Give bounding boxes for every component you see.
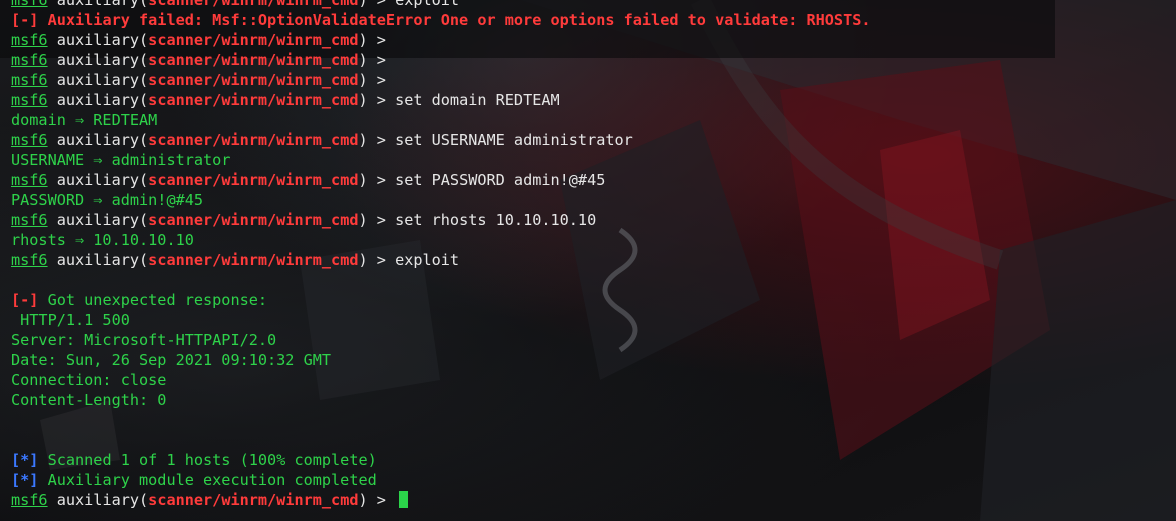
prompt-aux-open: auxiliary( [47, 91, 149, 109]
prompt-module: scanner/winrm/winrm_cmd [148, 211, 359, 229]
command-text: exploit [395, 0, 460, 9]
terminal-line: msf6 auxiliary(scanner/winrm/winrm_cmd) … [11, 170, 1176, 190]
terminal-line: msf6 auxiliary(scanner/winrm/winrm_cmd) … [11, 30, 1176, 50]
terminal-line: msf6 auxiliary(scanner/winrm/winrm_cmd) … [11, 130, 1176, 150]
output-text: rhosts ⇒ 10.10.10.10 [11, 231, 194, 249]
status-tag-info: [*] [11, 471, 39, 489]
terminal-line: [-] Got unexpected response: [11, 290, 1176, 310]
prompt-msf: msf6 [11, 91, 48, 109]
terminal-line: [*] Auxiliary module execution completed [11, 470, 1176, 490]
terminal-line: msf6 auxiliary(scanner/winrm/winrm_cmd) … [11, 210, 1176, 230]
terminal-line: msf6 auxiliary(scanner/winrm/winrm_cmd) … [11, 90, 1176, 110]
prompt-aux-close: ) > [358, 91, 396, 109]
prompt-aux-open: auxiliary( [47, 71, 149, 89]
command-text: set USERNAME administrator [395, 131, 633, 149]
prompt-module: scanner/winrm/winrm_cmd [148, 131, 359, 149]
terminal-output[interactable]: msf6 auxiliary(scanner/winrm/winrm_cmd) … [11, 0, 1176, 510]
prompt-aux-close: ) > [358, 131, 396, 149]
prompt-msf: msf6 [11, 131, 48, 149]
prompt-msf: msf6 [11, 51, 48, 69]
prompt-aux-close: ) > [358, 51, 396, 69]
prompt-aux-open: auxiliary( [47, 211, 149, 229]
terminal-line: rhosts ⇒ 10.10.10.10 [11, 230, 1176, 250]
command-text: set domain REDTEAM [395, 91, 560, 109]
terminal-line: USERNAME ⇒ administrator [11, 150, 1176, 170]
terminal-line: msf6 auxiliary(scanner/winrm/winrm_cmd) … [11, 50, 1176, 70]
prompt-aux-close: ) > [358, 171, 396, 189]
prompt-aux-open: auxiliary( [47, 171, 149, 189]
info-text: Auxiliary module execution completed [38, 471, 377, 489]
terminal-line: PASSWORD ⇒ admin!@#45 [11, 190, 1176, 210]
prompt-module: scanner/winrm/winrm_cmd [148, 171, 359, 189]
prompt-aux-close: ) > [358, 71, 396, 89]
terminal-window[interactable]: msf6 auxiliary(scanner/winrm/winrm_cmd) … [0, 0, 1176, 521]
cursor [399, 491, 409, 508]
terminal-line: Server: Microsoft-HTTPAPI/2.0 [11, 330, 1176, 350]
prompt-msf: msf6 [11, 0, 48, 9]
prompt-aux-open: auxiliary( [47, 131, 149, 149]
prompt-aux-open: auxiliary( [47, 0, 149, 9]
response-text: Got unexpected response: [38, 291, 268, 309]
prompt-aux-close: ) > [358, 0, 396, 9]
prompt-aux-open: auxiliary( [47, 251, 149, 269]
command-text: set PASSWORD admin!@#45 [395, 171, 606, 189]
response-text: Date: Sun, 26 Sep 2021 09:10:32 GMT [11, 351, 332, 369]
response-text: HTTP/1.1 500 [11, 311, 130, 329]
command-text: exploit [395, 251, 460, 269]
status-tag-error: [-] [11, 291, 39, 309]
prompt-module: scanner/winrm/winrm_cmd [148, 71, 359, 89]
prompt-msf: msf6 [11, 491, 48, 509]
response-text: Content-Length: 0 [11, 391, 167, 409]
prompt-aux-close: ) > [358, 31, 396, 49]
response-text: Connection: close [11, 371, 167, 389]
prompt-module: scanner/winrm/winrm_cmd [148, 51, 359, 69]
prompt-aux-open: auxiliary( [47, 51, 149, 69]
prompt-msf: msf6 [11, 251, 48, 269]
prompt-aux-close: ) > [358, 211, 396, 229]
prompt-module: scanner/winrm/winrm_cmd [148, 491, 359, 509]
status-tag-error: [-] [11, 11, 39, 29]
terminal-line: Content-Length: 0 [11, 390, 1176, 410]
output-text: PASSWORD ⇒ admin!@#45 [11, 191, 204, 209]
terminal-line: msf6 auxiliary(scanner/winrm/winrm_cmd) … [11, 0, 1176, 10]
error-text: Auxiliary failed: Msf::OptionValidateErr… [38, 11, 871, 29]
terminal-line: HTTP/1.1 500 [11, 310, 1176, 330]
response-text: Server: Microsoft-HTTPAPI/2.0 [11, 331, 277, 349]
prompt-module: scanner/winrm/winrm_cmd [148, 31, 359, 49]
prompt-module: scanner/winrm/winrm_cmd [148, 251, 359, 269]
prompt-module: scanner/winrm/winrm_cmd [148, 91, 359, 109]
prompt-aux-open: auxiliary( [47, 491, 149, 509]
terminal-line: Connection: close [11, 370, 1176, 390]
prompt-module: scanner/winrm/winrm_cmd [148, 0, 359, 9]
status-tag-info: [*] [11, 451, 39, 469]
prompt-aux-open: auxiliary( [47, 31, 149, 49]
prompt-msf: msf6 [11, 211, 48, 229]
terminal-line: domain ⇒ REDTEAM [11, 110, 1176, 130]
terminal-line: [*] Scanned 1 of 1 hosts (100% complete) [11, 450, 1176, 470]
terminal-line: msf6 auxiliary(scanner/winrm/winrm_cmd) … [11, 70, 1176, 90]
prompt-msf: msf6 [11, 71, 48, 89]
terminal-line: msf6 auxiliary(scanner/winrm/winrm_cmd) … [11, 250, 1176, 270]
info-text: Scanned 1 of 1 hosts (100% complete) [38, 451, 377, 469]
terminal-line: msf6 auxiliary(scanner/winrm/winrm_cmd) … [11, 490, 1176, 510]
command-text: set rhosts 10.10.10.10 [395, 211, 597, 229]
prompt-msf: msf6 [11, 171, 48, 189]
prompt-msf: msf6 [11, 31, 48, 49]
prompt-aux-close: ) > [358, 491, 396, 509]
output-text: USERNAME ⇒ administrator [11, 151, 231, 169]
terminal-line: [-] Auxiliary failed: Msf::OptionValidat… [11, 10, 1176, 30]
terminal-line: Date: Sun, 26 Sep 2021 09:10:32 GMT [11, 350, 1176, 370]
output-text: domain ⇒ REDTEAM [11, 111, 158, 129]
prompt-aux-close: ) > [358, 251, 396, 269]
